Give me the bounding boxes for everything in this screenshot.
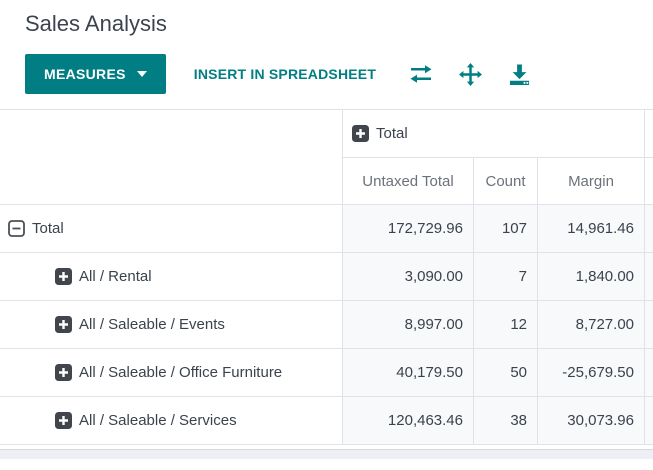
expand-full-icon[interactable]	[459, 62, 483, 86]
row-header-total[interactable]: Total	[0, 205, 343, 253]
insert-in-spreadsheet-button[interactable]: INSERT IN SPREADSHEET	[194, 66, 376, 82]
column-header-total[interactable]: Total	[343, 110, 645, 158]
column-header-label: Total	[376, 125, 408, 142]
cell-count: 50	[474, 349, 538, 397]
row-header-events[interactable]: All / Saleable / Events	[0, 301, 343, 349]
row-header-services[interactable]: All / Saleable / Services	[0, 397, 343, 445]
measures-button-label: MEASURES	[44, 66, 126, 82]
pivot-values-area: Total Untaxed Total Count Margin 172,729…	[343, 110, 653, 445]
row-header-label: Total	[32, 220, 64, 237]
chevron-down-icon	[136, 71, 147, 77]
cell-count: 12	[474, 301, 538, 349]
pivot-row-headers: Total All / Rental All / Saleable / Even…	[0, 110, 343, 445]
table-row: 40,179.50 50 -25,679.50	[343, 349, 653, 397]
download-icon[interactable]	[508, 63, 531, 86]
cell-untaxed-total: 40,179.50	[343, 349, 474, 397]
collapse-minus-icon[interactable]	[8, 220, 25, 237]
cell-untaxed-total: 172,729.96	[343, 205, 474, 253]
expand-plus-icon[interactable]	[55, 364, 72, 381]
cell-margin: -25,679.50	[538, 349, 645, 397]
measure-header-untaxed-total[interactable]: Untaxed Total	[343, 158, 474, 205]
table-row: 120,463.46 38 30,073.96	[343, 397, 653, 445]
table-edge-sliver	[645, 349, 653, 397]
table-edge-sliver	[645, 301, 653, 349]
cell-margin: 8,727.00	[538, 301, 645, 349]
cell-untaxed-total: 120,463.46	[343, 397, 474, 445]
next-section-edge	[0, 449, 653, 459]
table-edge-sliver	[645, 158, 653, 205]
measure-header-count[interactable]: Count	[474, 158, 538, 205]
expand-plus-icon[interactable]	[352, 125, 369, 142]
measures-row: Untaxed Total Count Margin	[343, 158, 653, 205]
cell-margin: 14,961.46	[538, 205, 645, 253]
page-title: Sales Analysis	[25, 11, 167, 36]
flip-axes-icon[interactable]	[409, 62, 433, 86]
cell-untaxed-total: 3,090.00	[343, 253, 474, 301]
cell-margin: 1,840.00	[538, 253, 645, 301]
measures-button[interactable]: MEASURES	[25, 54, 166, 94]
table-edge-sliver	[645, 253, 653, 301]
row-header-label: All / Saleable / Services	[79, 412, 237, 429]
measure-header-margin[interactable]: Margin	[538, 158, 645, 205]
expand-plus-icon[interactable]	[55, 412, 72, 429]
table-row: 3,090.00 7 1,840.00	[343, 253, 653, 301]
pivot-corner-cell	[0, 110, 343, 205]
row-header-label: All / Rental	[79, 268, 152, 285]
expand-plus-icon[interactable]	[55, 268, 72, 285]
table-edge-sliver	[645, 110, 653, 158]
table-edge-sliver	[645, 205, 653, 253]
cell-margin: 30,073.96	[538, 397, 645, 445]
table-edge-sliver	[645, 397, 653, 445]
row-header-rental[interactable]: All / Rental	[0, 253, 343, 301]
cell-untaxed-total: 8,997.00	[343, 301, 474, 349]
cell-count: 38	[474, 397, 538, 445]
cell-count: 7	[474, 253, 538, 301]
row-header-label: All / Saleable / Events	[79, 316, 225, 333]
row-header-office-furniture[interactable]: All / Saleable / Office Furniture	[0, 349, 343, 397]
cell-count: 107	[474, 205, 538, 253]
row-header-label: All / Saleable / Office Furniture	[79, 364, 283, 381]
column-group-row: Total	[343, 110, 653, 158]
table-row: 8,997.00 12 8,727.00	[343, 301, 653, 349]
pivot-toolbar: MEASURES INSERT IN SPREADSHEET	[25, 54, 653, 94]
pivot-table: Total All / Rental All / Saleable / Even…	[0, 109, 653, 445]
table-row: 172,729.96 107 14,961.46	[343, 205, 653, 253]
expand-plus-icon[interactable]	[55, 316, 72, 333]
